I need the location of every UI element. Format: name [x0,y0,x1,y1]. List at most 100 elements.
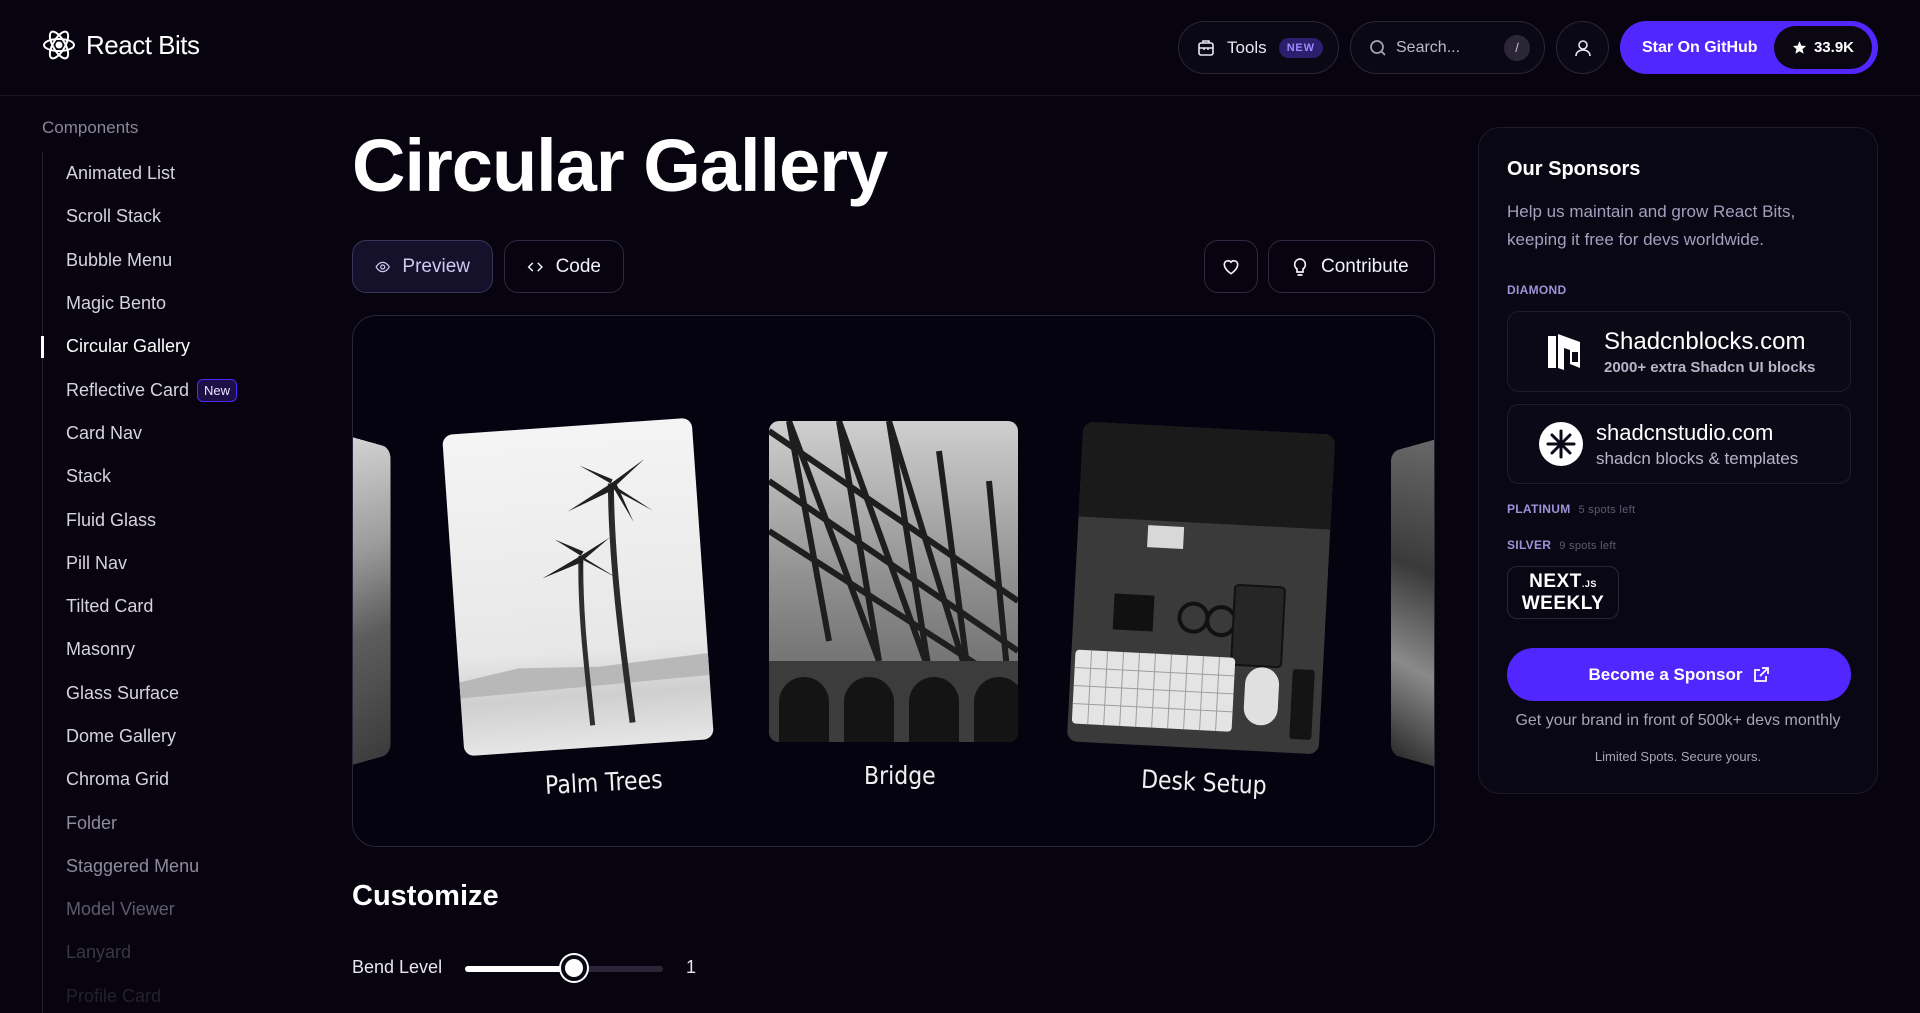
sponsor-shadcnstudio[interactable]: shadcnstudio.com shadcn blocks & templat… [1507,404,1851,484]
sidebar-item-staggered-menu[interactable]: Staggered Menu [43,845,302,888]
customize-heading: Customize [352,880,499,912]
tab-preview[interactable]: Preview [352,240,493,293]
tier-silver-spots: 9 spots left [1559,540,1617,552]
gallery-card-desk-setup [1066,421,1336,755]
brand-logo[interactable]: React Bits [42,28,200,62]
become-sponsor-label: Become a Sponsor [1588,664,1743,684]
sponsor-nextjs-weekly[interactable]: NEXT.JS WEEKLY [1507,566,1619,619]
sidebar-item-label: Tilted Card [66,596,154,617]
tools-label: Tools [1227,37,1267,57]
gallery-card-palm-trees [442,417,714,757]
sponsor-name: shadcnstudio.com [1596,419,1774,445]
sidebar-item-profile-card[interactable]: Profile Card [43,975,302,1013]
sidebar-item-label: Scroll Stack [66,206,162,227]
sidebar-item-circular-gallery[interactable]: Circular Gallery [41,325,302,368]
sidebar-item-label: Dome Gallery [66,726,177,746]
sidebar-item-bubble-menu[interactable]: Bubble Menu [43,239,302,282]
top-header: React Bits Tools NEW Search... / Star On… [0,0,1920,96]
sidebar-item-animated-list[interactable]: Animated List [43,152,302,195]
gallery-card-bridge [769,421,1018,742]
sidebar-item-label: Pill Nav [66,552,128,573]
sponsor-description: 2000+ extra Shadcn UI blocks [1604,358,1816,376]
toolbox-icon [1198,39,1214,56]
gallery-card-caption-bridge: Bridge [864,762,936,791]
sidebar-item-magic-bento[interactable]: Magic Bento [43,282,302,325]
sidebar-item-label: Model Viewer [66,899,175,920]
search-input[interactable]: Search... / [1350,21,1545,74]
sponsor-note: Get your brand in front of 500k+ devs mo… [1515,712,1841,729]
star-on-github-button[interactable]: Star On GitHub 33.9K [1620,21,1878,74]
palm-tree-image [459,459,710,726]
sidebar-item-tilted-card[interactable]: Tilted Card [43,585,302,628]
sponsor-note-small: Limited Spots. Secure yours. [1594,749,1762,764]
sidebar-item-scroll-stack[interactable]: Scroll Stack [43,195,302,238]
nextjs-weekly-js: .JS [1581,579,1597,589]
sidebar-item-fluid-glass[interactable]: Fluid Glass [43,498,302,541]
sponsors-title: Our Sponsors [1507,158,1641,180]
shadcnstudio-logo-icon [1539,422,1583,466]
sidebar-item-reflective-card[interactable]: Reflective Card New [43,368,302,411]
brand-name: React Bits [86,29,200,60]
sidebar-item-dome-gallery[interactable]: Dome Gallery [43,715,302,758]
sidebar-item-label: Lanyard [66,942,132,963]
bend-level-value: 1 [686,957,697,977]
tier-silver-label: SILVER [1507,538,1552,552]
sidebar-item-model-viewer[interactable]: Model Viewer [43,888,302,931]
tab-preview-label: Preview [402,255,470,277]
bend-level-label: Bend Level [352,957,443,977]
search-shortcut-key: / [1504,34,1530,61]
gallery-card-caption-desk-setup: Desk Setup [1140,765,1268,802]
sidebar-item-label: Magic Bento [66,293,167,314]
sidebar-item-glass-surface[interactable]: Glass Surface [43,672,302,715]
gallery-preview[interactable]: Palm Trees Bridge Desk Setup [352,315,1435,847]
sidebar-item-masonry[interactable]: Masonry [43,628,302,671]
tier-diamond: DIAMOND [1507,283,1566,297]
sidebar: Components Animated List Scroll Stack Bu… [41,118,302,1013]
gallery-card-edge-right [1390,435,1434,771]
star-icon [1792,41,1807,54]
new-badge: New [197,378,238,402]
external-link-icon [1753,666,1769,682]
search-icon [1370,39,1386,56]
sponsor-shadcnblocks[interactable]: Shadcnblocks.com 2000+ extra Shadcn UI b… [1507,311,1851,392]
sidebar-item-lanyard[interactable]: Lanyard [43,931,302,974]
eye-icon [375,261,390,272]
sidebar-item-label: Reflective Card [66,379,190,400]
bridge-image [769,421,1018,742]
account-button[interactable] [1556,21,1609,74]
sidebar-item-chroma-grid[interactable]: Chroma Grid [43,758,302,801]
github-stars-value: 33.9K [1813,39,1854,56]
sidebar-item-label: Masonry [66,639,136,660]
gallery-card-edge-left [353,433,391,769]
sidebar-item-label: Profile Card [66,985,162,1006]
sidebar-item-card-nav[interactable]: Card Nav [43,412,302,455]
gallery-card-caption-palm-trees: Palm Trees [544,766,664,801]
tab-code-label: Code [555,255,601,277]
sidebar-item-label: Staggered Menu [66,855,200,876]
sidebar-item-label: Folder [66,812,118,833]
tools-button[interactable]: Tools NEW [1178,21,1339,74]
page-title: Circular Gallery [352,124,888,207]
bend-level-slider-thumb[interactable] [560,955,587,981]
contribute-button[interactable]: Contribute [1268,240,1435,293]
sidebar-item-label: Circular Gallery [66,336,191,357]
sidebar-item-pill-nav[interactable]: Pill Nav [43,542,302,585]
github-star-count: 33.9K [1773,26,1872,69]
github-label: Star On GitHub [1642,38,1758,56]
heart-icon [1223,259,1239,275]
sponsors-subtitle: Help us maintain and grow React Bits, ke… [1507,202,1796,249]
component-nav-list: Animated List Scroll Stack Bubble Menu M… [41,152,302,1013]
favorite-button[interactable] [1204,240,1258,293]
react-bits-logo-icon [43,30,75,60]
sponsor-description: shadcn blocks & templates [1596,448,1799,468]
tier-platinum-label: PLATINUM [1507,502,1571,516]
desk-setup-image [1071,421,1336,740]
sidebar-item-folder[interactable]: Folder [43,801,302,844]
sidebar-heading: Components [42,118,139,137]
sidebar-item-label: Card Nav [66,422,143,443]
sidebar-item-label: Glass Surface [66,682,180,703]
become-sponsor-button[interactable]: Become a Sponsor [1507,648,1851,701]
tier-platinum: PLATINUM 5 spots left [1507,502,1635,516]
sidebar-item-stack[interactable]: Stack [43,455,302,498]
tab-code[interactable]: Code [504,240,624,293]
